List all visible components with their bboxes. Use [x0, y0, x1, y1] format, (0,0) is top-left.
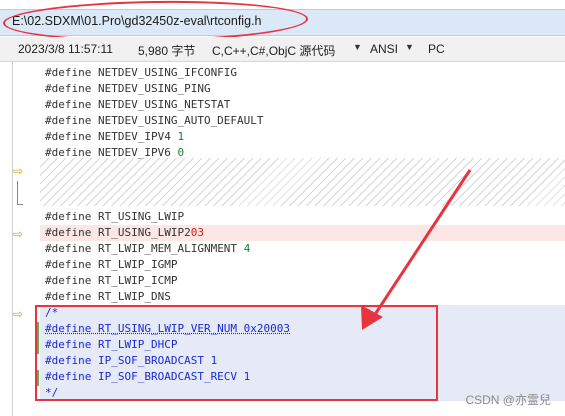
- change-marker: [36, 370, 39, 386]
- code-line: #define RT_USING_LWIP: [45, 210, 185, 223]
- code-line: #define RT_LWIP_DNS: [45, 290, 171, 303]
- code-line-added: #define IP_SOF_BROADCAST 1: [40, 353, 565, 369]
- code-line: #define RT_LWIP_IGMP: [45, 258, 178, 271]
- diff-arrow-icon[interactable]: ⇨: [13, 307, 23, 321]
- file-datetime: 2023/3/8 11:57:11: [18, 42, 113, 56]
- file-status-bar: 2023/3/8 11:57:11 5,980 字节 C,C++,C#,ObjC…: [0, 37, 565, 62]
- code-line: #define RT_LWIP_ICMP: [45, 274, 178, 287]
- code-editor[interactable]: #define NETDEV_USING_IFCONFIG #define NE…: [40, 62, 565, 416]
- change-marker: [36, 338, 39, 354]
- code-line: #define NETDEV_USING_PING: [45, 82, 211, 95]
- encoding-select[interactable]: ANSI: [370, 42, 398, 56]
- file-path[interactable]: E:\02.SDXM\01.Pro\gd32450z-eval\rtconfig…: [12, 14, 261, 28]
- watermark: CSDN @亦霊兒: [465, 393, 551, 407]
- code-line: #define RT_LWIP_MEM_ALIGNMENT 4: [45, 242, 251, 255]
- file-size: 5,980 字节: [138, 44, 196, 58]
- chevron-down-icon[interactable]: ▼: [405, 42, 414, 52]
- file-path-bar: E:\02.SDXM\01.Pro\gd32450z-eval\rtconfig…: [0, 9, 565, 36]
- line-ending[interactable]: PC: [428, 42, 445, 56]
- code-line-added: /*: [40, 305, 565, 321]
- code-line-added: #define RT_LWIP_DHCP: [40, 337, 565, 353]
- fold-bracket-icon: [17, 181, 23, 205]
- code-line: #define NETDEV_USING_AUTO_DEFAULT: [45, 114, 264, 127]
- diff-arrow-icon[interactable]: ⇨: [13, 164, 23, 178]
- code-line-added: #define RT_USING_LWIP_VER_NUM 0x20003: [40, 321, 565, 337]
- diff-gap-hatch: [40, 158, 565, 206]
- code-line-added: #define IP_SOF_BROADCAST_RECV 1: [40, 369, 565, 385]
- change-marker: [36, 322, 39, 338]
- diff-arrow-icon[interactable]: ⇨: [13, 227, 23, 241]
- code-line: #define NETDEV_USING_IFCONFIG: [45, 66, 238, 79]
- language-select[interactable]: C,C++,C#,ObjC 源代码: [212, 42, 335, 59]
- code-line: #define NETDEV_USING_NETSTAT: [45, 98, 231, 111]
- code-line: #define NETDEV_IPV4 1: [45, 130, 185, 143]
- code-line-changed: #define RT_USING_LWIP203: [40, 225, 565, 241]
- chevron-down-icon[interactable]: ▼: [353, 42, 362, 52]
